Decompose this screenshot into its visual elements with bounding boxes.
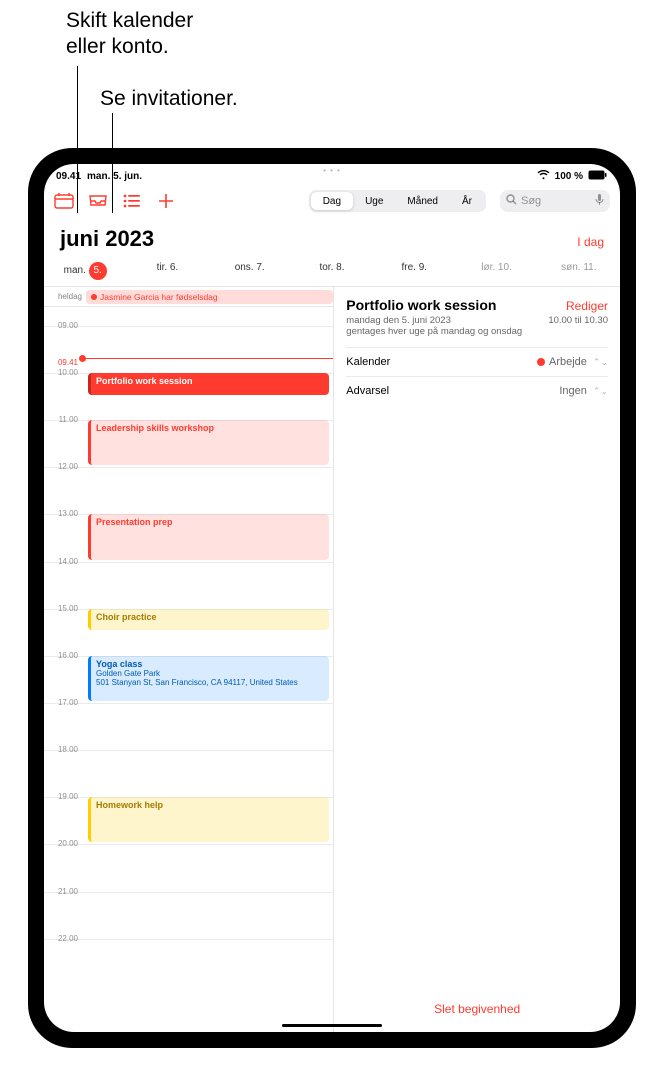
alert-value: Ingen [559,385,587,397]
delete-event-button[interactable]: Slet begivenhed [346,992,608,1026]
callout-line [112,113,113,213]
edit-button[interactable]: Rediger [566,299,608,313]
day-cell[interactable]: lør. 10. [455,262,537,280]
now-indicator-label: 09.41 [44,358,82,367]
hours-grid[interactable]: 09.00 10.00 11.00 12.00 13.00 14.00 15.00 16.00… [44,307,333,1032]
home-indicator[interactable] [282,1024,382,1027]
hour-label: 16.00 [44,651,82,660]
hour-row: 22.00 [44,939,333,940]
hour-label: 13.00 [44,509,82,518]
hour-row: 14.00 [44,562,333,563]
event-dot-icon [91,294,97,300]
add-icon[interactable] [156,192,176,210]
hour-label: 14.00 [44,557,82,566]
day-cell[interactable]: ons. 7. [209,262,291,280]
allday-label: heldag [44,292,86,301]
hour-row: 12.00 [44,467,333,468]
wifi-icon [537,170,550,183]
detail-repeat: gentages hver uge på mandag og onsdag [346,326,608,337]
chevron-icon: ⌃⌄ [593,386,608,397]
hour-row: 20.00 [44,844,333,845]
search-icon [506,194,517,208]
callout-switch-calendar: Skift kalendereller konto. [66,8,193,59]
seg-year[interactable]: År [450,192,484,210]
callout-see-invitations: Se invitationer. [100,86,238,112]
detail-time: 10.00 til 10.30 [548,315,608,326]
battery-icon [588,170,608,183]
callout-line [77,66,78,213]
detail-title: Portfolio work session [346,297,496,313]
notch-dots: • • • [323,166,341,175]
hour-label: 21.00 [44,887,82,896]
allday-event-title: Jasmine Garcia har fødselsdag [100,292,218,302]
inbox-icon[interactable] [88,192,108,210]
now-indicator-line [82,358,333,359]
list-icon[interactable] [122,192,142,210]
hour-label: 09.00 [44,321,82,330]
device-frame: • • • 09.41 man. 5. jun. 100 % [28,148,636,1048]
hour-row: 09.00 [44,326,333,327]
seg-week[interactable]: Uge [353,192,395,210]
calendar-event[interactable]: Leadership skills workshop [88,420,329,465]
allday-event[interactable]: Jasmine Garcia har fødselsdag [86,290,333,304]
calendar-value: Arbejde [549,356,587,368]
calendars-icon[interactable] [54,192,74,210]
seg-day[interactable]: Dag [311,192,353,210]
event-detail-panel: Portfolio work session Rediger mandag de… [334,287,620,1032]
hour-label: 20.00 [44,839,82,848]
month-header: juni 2023 I dag [44,216,620,258]
day-cell[interactable]: man. 5. [44,262,126,280]
chevron-icon: ⌃⌄ [593,357,608,368]
allday-row: heldag Jasmine Garcia har fødselsdag [44,287,333,307]
month-title: juni 2023 [60,226,154,252]
hour-label: 18.00 [44,745,82,754]
hour-label: 19.00 [44,792,82,801]
search-input[interactable]: Søg [500,190,610,212]
day-cell[interactable]: tir. 6. [126,262,208,280]
screen: • • • 09.41 man. 5. jun. 100 % [44,164,620,1032]
hour-label: 17.00 [44,698,82,707]
calendar-event[interactable]: Presentation prep [88,514,329,559]
calendar-event[interactable]: Homework help [88,797,329,842]
hour-label: 10.00 [44,368,82,377]
today-button[interactable]: I dag [577,235,604,249]
detail-date: mandag den 5. juni 2023 [346,315,451,326]
timeline-column[interactable]: heldag Jasmine Garcia har fødselsdag 09.… [44,287,334,1032]
calendar-event[interactable]: Portfolio work session [88,373,329,395]
view-segmented-control[interactable]: Dag Uge Måned År [309,190,486,212]
day-cell[interactable]: søn. 11. [538,262,620,280]
battery-text: 100 % [555,171,583,182]
hour-label: 15.00 [44,604,82,613]
day-cell[interactable]: tor. 8. [291,262,373,280]
days-row: man. 5.tir. 6.ons. 7.tor. 8.fre. 9.lør. … [44,258,620,287]
hour-label: 12.00 [44,462,82,471]
status-date: man. 5. jun. [87,171,142,182]
alert-row[interactable]: Advarsel Ingen ⌃⌄ [346,376,608,405]
calendar-event[interactable]: Yoga classGolden Gate Park501 Stanyan St… [88,656,329,701]
calendar-row[interactable]: Kalender Arbejde ⌃⌄ [346,347,608,376]
hour-label: 11.00 [44,415,82,424]
hour-label: 22.00 [44,934,82,943]
hour-row: 18.00 [44,750,333,751]
calendar-row-label: Kalender [346,356,390,368]
mic-icon[interactable] [595,194,604,209]
hour-row: 21.00 [44,892,333,893]
alert-row-label: Advarsel [346,385,389,397]
search-placeholder: Søg [521,195,541,207]
hour-row: 17.00 [44,703,333,704]
seg-month[interactable]: Måned [395,192,450,210]
toolbar: Dag Uge Måned År Søg [44,186,620,216]
day-cell[interactable]: fre. 9. [373,262,455,280]
calendar-color-dot [537,358,545,366]
calendar-event[interactable]: Choir practice [88,609,329,631]
